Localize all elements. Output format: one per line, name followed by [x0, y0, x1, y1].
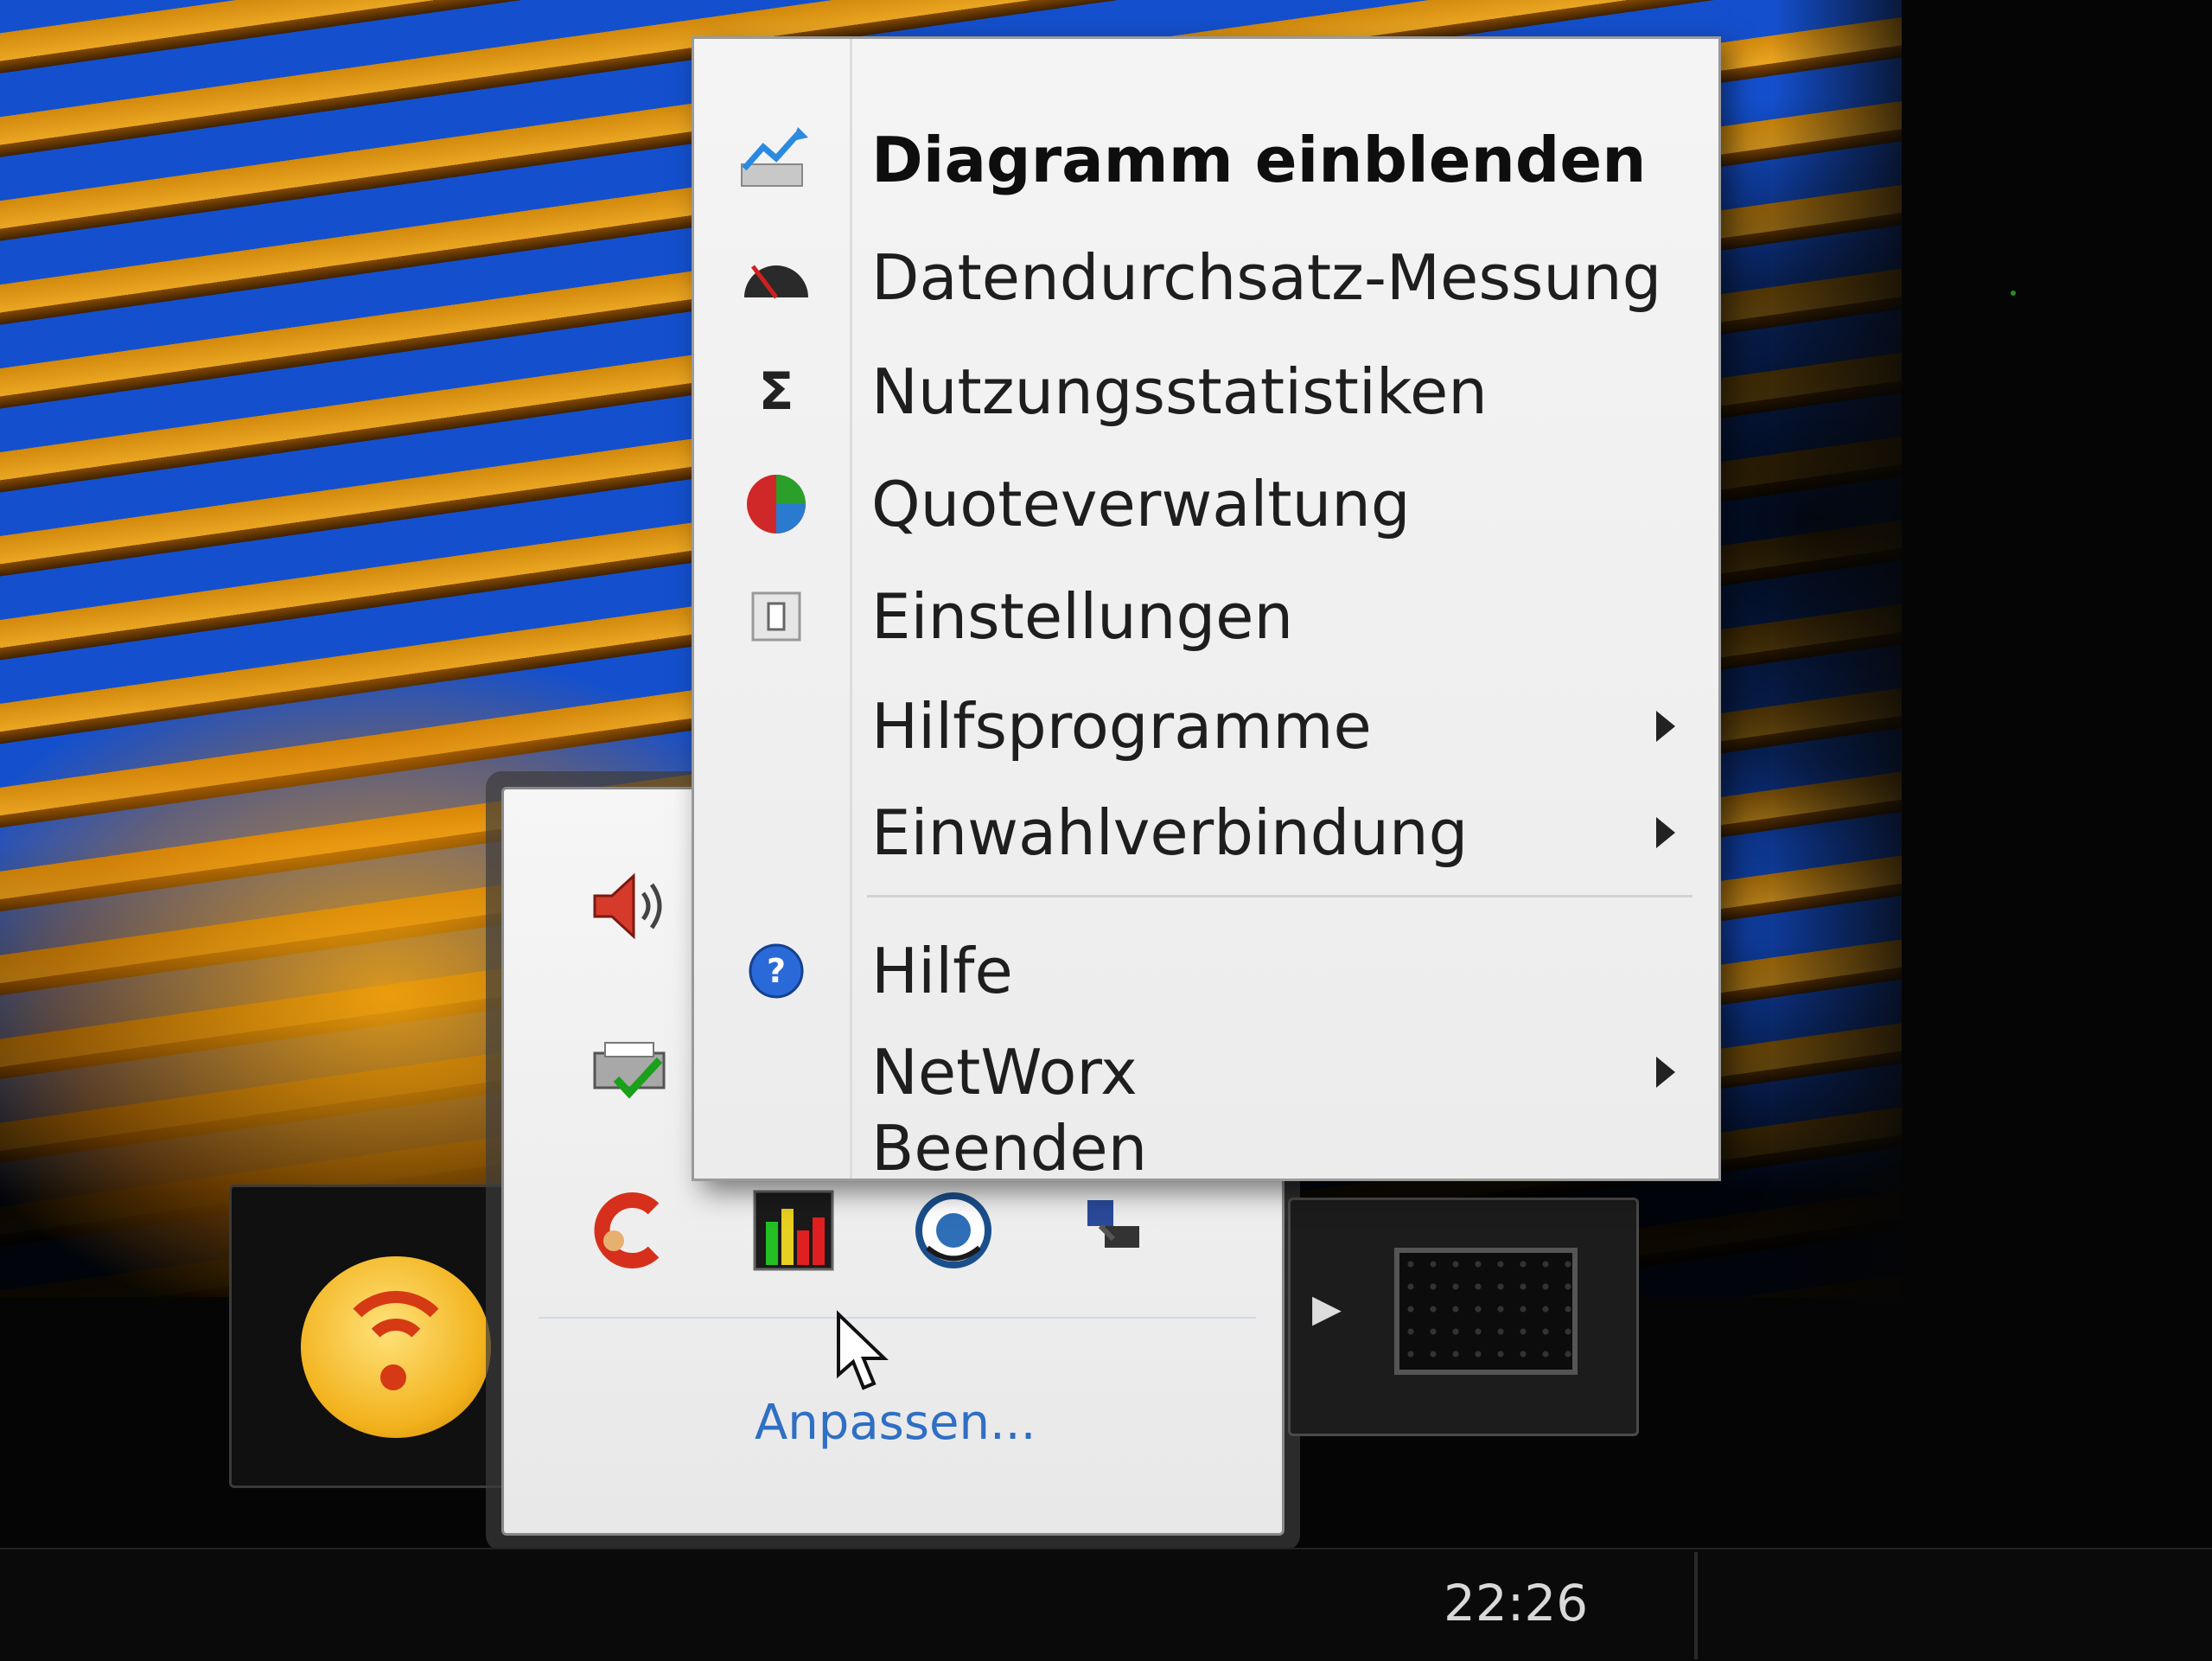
- customize-link[interactable]: Anpassen...: [755, 1395, 1036, 1451]
- taskbar-clock[interactable]: 22:26: [1444, 1574, 1588, 1632]
- wifi-tray-button[interactable]: [229, 1185, 520, 1488]
- networx-context-menu: Diagramm einblenden Datendurchsatz-Messu…: [692, 36, 1721, 1185]
- menu-item-datendurchsatz-messung[interactable]: Datendurchsatz-Messung: [694, 226, 1718, 329]
- menu-item-label: NetWorx: [871, 1036, 1138, 1108]
- menu-item-label: Diagramm einblenden: [871, 124, 1647, 196]
- menu-item-label: Einstellungen: [871, 580, 1294, 653]
- menu-item-beenden[interactable]: Beenden: [694, 1112, 1718, 1185]
- menu-item-label: Hilfsprogramme: [871, 690, 1372, 763]
- menu-item-hilfe[interactable]: ? Hilfe: [694, 919, 1718, 1023]
- network-globe-icon[interactable]: [910, 1187, 997, 1274]
- menu-item-label: Nutzungsstatistiken: [871, 355, 1488, 428]
- flyout-divider: [539, 1317, 1256, 1319]
- menu-item-label: Hilfe: [871, 935, 1013, 1007]
- menu-item-quoteverwaltung[interactable]: Quoteverwaltung: [694, 452, 1718, 556]
- show-desktop-divider: [1694, 1552, 1698, 1659]
- menu-item-nutzungsstatistiken[interactable]: Σ Nutzungsstatistiken: [694, 340, 1718, 444]
- menu-separator: [867, 895, 1692, 898]
- taskbar: [0, 1548, 2212, 1661]
- menu-item-label: Datendurchsatz-Messung: [871, 241, 1662, 314]
- mouse-cursor-icon: [834, 1310, 895, 1400]
- svg-text:?: ?: [767, 952, 786, 990]
- menu-item-hilfsprogramme[interactable]: Hilfsprogramme: [694, 674, 1718, 778]
- pie-chart-icon: [737, 465, 815, 543]
- network-connection-icon[interactable]: [1066, 1187, 1152, 1274]
- menu-item-einstellungen[interactable]: Einstellungen: [694, 565, 1718, 668]
- speedometer-icon: [737, 239, 815, 316]
- help-icon: ?: [737, 932, 815, 1010]
- ccleaner-icon[interactable]: [586, 1187, 673, 1274]
- expand-arrow-icon[interactable]: ▶: [1312, 1287, 1342, 1331]
- printer-check-icon[interactable]: [586, 1027, 673, 1114]
- submenu-arrow-icon: [1656, 711, 1675, 742]
- screen-bezel: [1772, 0, 2212, 1659]
- show-desktop-icon[interactable]: [1394, 1248, 1578, 1375]
- menu-item-einwahlverbindung[interactable]: Einwahlverbindung: [694, 781, 1718, 885]
- speaker-icon[interactable]: [586, 863, 673, 949]
- settings-icon: [737, 578, 815, 655]
- tray-expand-area[interactable]: ▶: [1288, 1198, 1639, 1436]
- wifi-icon: [301, 1256, 491, 1438]
- menu-item-label: Einwahlverbindung: [871, 796, 1469, 869]
- sigma-icon: Σ: [758, 361, 794, 422]
- menu-item-label: Quoteverwaltung: [871, 468, 1411, 540]
- menu-item-diagramm-einblenden[interactable]: Diagramm einblenden: [694, 108, 1718, 212]
- chart-icon: [737, 121, 815, 199]
- menu-item-label: Beenden: [871, 1112, 1148, 1185]
- submenu-arrow-icon: [1656, 1057, 1675, 1088]
- submenu-arrow-icon: [1656, 817, 1675, 848]
- networx-bars-icon[interactable]: [750, 1187, 837, 1274]
- power-led: [2011, 291, 2016, 296]
- menu-item-networx[interactable]: NetWorx: [694, 1020, 1718, 1124]
